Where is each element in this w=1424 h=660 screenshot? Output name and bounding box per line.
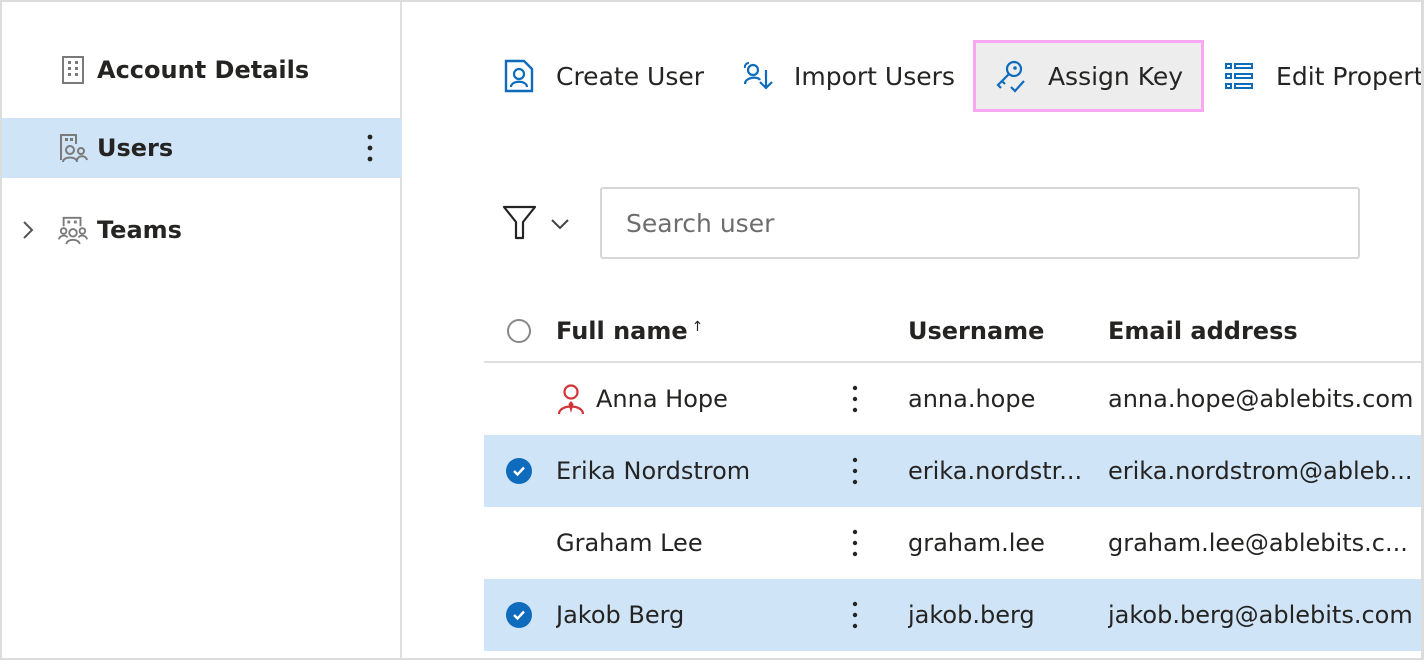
users-table: Full name ↑ Username Email address Anna H…: [484, 300, 1421, 651]
row-more-icon[interactable]: [842, 507, 868, 579]
assign-key-label: Assign Key: [1047, 61, 1184, 91]
user-username: anna.hope: [908, 385, 1036, 413]
create-user-icon: [502, 59, 536, 93]
app-window: Account Details Users Teams Create User …: [0, 0, 1424, 660]
check-circle-icon: [506, 602, 532, 628]
edit-properties-icon: [1222, 59, 1256, 93]
user-full-name: Graham Lee: [556, 529, 703, 557]
create-user-label: Create User: [556, 61, 704, 91]
row-checkbox[interactable]: [504, 435, 534, 507]
user-full-name: Erika Nordstrom: [556, 457, 751, 485]
select-all-radio[interactable]: [504, 300, 534, 361]
more-vertical-icon[interactable]: [358, 128, 382, 168]
import-users-button[interactable]: Import Users: [722, 40, 973, 112]
assign-key-button[interactable]: Assign Key: [972, 40, 1205, 112]
create-user-button[interactable]: Create User: [484, 40, 722, 112]
import-users-icon: [740, 59, 774, 93]
sidebar-item-users[interactable]: Users: [2, 118, 402, 178]
table-row[interactable]: Erika Nordstrom erika.nordstr... erika.n…: [484, 435, 1421, 507]
table-row[interactable]: Graham Lee graham.lee graham.lee@ablebit…: [484, 507, 1421, 579]
filter-icon: [502, 204, 538, 244]
users-building-icon: [58, 133, 88, 163]
import-users-label: Import Users: [794, 61, 955, 91]
filter-button[interactable]: [502, 202, 576, 246]
edit-properties-label: Edit Propert: [1276, 61, 1424, 91]
column-email[interactable]: Email address: [1108, 300, 1421, 361]
sidebar-item-teams[interactable]: Teams: [2, 200, 402, 260]
check-circle-icon: [506, 458, 532, 484]
user-full-name: Jakob Berg: [556, 601, 685, 629]
building-icon: [58, 55, 88, 85]
row-more-icon[interactable]: [842, 363, 868, 435]
sidebar-item-label: Users: [97, 134, 174, 162]
search-input[interactable]: [600, 187, 1360, 259]
user-email: graham.lee@ablebits.c...: [1108, 529, 1408, 557]
row-more-icon[interactable]: [842, 435, 868, 507]
table-row[interactable]: Anna Hope anna.hope anna.hope@ablebits.c…: [484, 363, 1421, 435]
row-checkbox[interactable]: [504, 579, 534, 651]
row-checkbox[interactable]: [504, 507, 534, 579]
user-email: anna.hope@ablebits.com: [1108, 385, 1414, 413]
sidebar: Account Details Users Teams: [2, 2, 402, 658]
row-more-icon[interactable]: [842, 579, 868, 651]
table-row[interactable]: Jakob Berg jakob.berg jakob.berg@ablebit…: [484, 579, 1421, 651]
user-username: graham.lee: [908, 529, 1045, 557]
user-username: jakob.berg: [908, 601, 1035, 629]
assign-key-icon: [994, 59, 1028, 93]
user-email: erika.nordstrom@ableb...: [1108, 457, 1413, 485]
column-full-name[interactable]: Full name ↑: [556, 300, 826, 361]
sidebar-item-label: Teams: [97, 216, 182, 244]
table-header: Full name ↑ Username Email address: [484, 300, 1421, 363]
chevron-down-icon: [550, 215, 570, 234]
edit-properties-button[interactable]: Edit Propert: [1204, 40, 1424, 112]
user-email: jakob.berg@ablebits.com: [1108, 601, 1413, 629]
user-full-name: Anna Hope: [596, 385, 728, 413]
column-username[interactable]: Username: [908, 300, 1088, 361]
admin-user-icon: [556, 383, 586, 415]
teams-building-icon: [58, 215, 88, 245]
row-checkbox[interactable]: [504, 363, 534, 435]
chevron-right-icon[interactable]: [18, 215, 38, 245]
user-username: erika.nordstr...: [908, 457, 1083, 485]
sidebar-item-label: Account Details: [97, 56, 310, 84]
sort-ascending-icon: ↑: [691, 318, 704, 335]
toolbar: Create User Import Users Assign Key Edit…: [484, 40, 1424, 112]
sidebar-item-account-details[interactable]: Account Details: [2, 40, 402, 100]
